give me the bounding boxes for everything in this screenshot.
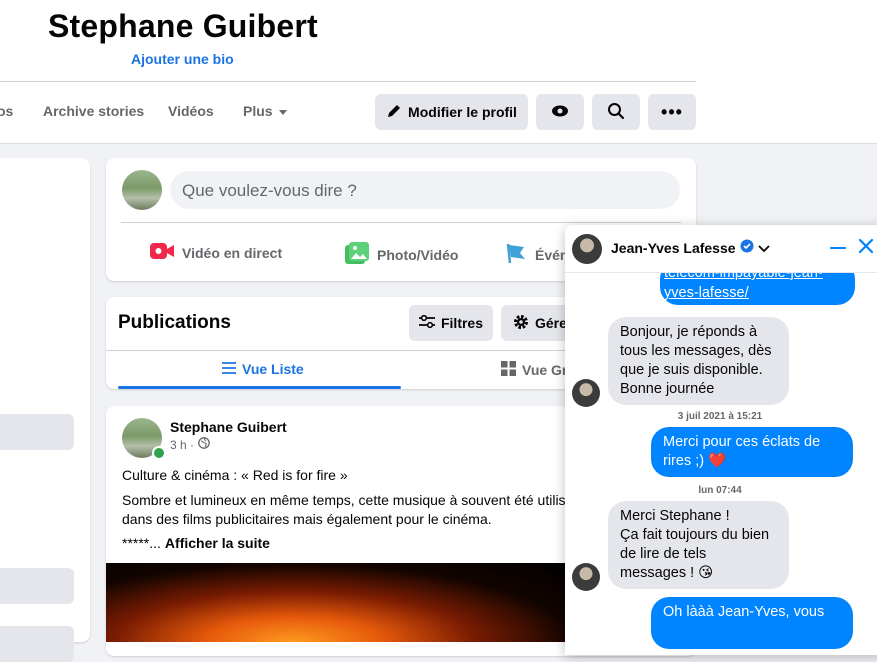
tab-videos[interactable]: Vidéos [168,103,214,119]
post-see-more: *****... Afficher la suite [122,535,270,551]
see-more-link[interactable]: Afficher la suite [165,535,270,551]
edit-profile-label: Modifier le profil [408,104,517,120]
chat-text-line: Oh lààà Jean-Yves, vous [663,604,825,620]
publications-title: Publications [118,312,231,333]
chat-timestamp: lun 07:44 [698,485,742,496]
video-camera-icon [150,242,174,263]
left-card-button[interactable] [0,568,74,604]
tab-archive-stories[interactable]: Archive stories [43,103,144,119]
close-chat-button[interactable] [855,237,877,259]
composer-divider [121,222,681,223]
grid-view-label: Vue Gr [522,362,568,378]
profile-name: Stephane Guibert [48,8,318,44]
contact-avatar [572,379,600,407]
online-status-dot [152,446,166,460]
post-image[interactable] [106,563,576,642]
photo-video-label: Photo/Vidéo [377,246,459,263]
chat-text-line: Ça fait toujours du bien [620,527,770,543]
event-button[interactable]: Évén [505,242,568,267]
chat-text-line: Bonjour, je réponds à [620,324,758,340]
chat-message-incoming: Merci Stephane ! Ça fait toujours du bie… [608,501,789,589]
chat-text-line: tous les messages, dès [620,343,772,359]
post-text-line: dans des films publicitaires mais égalem… [122,511,492,527]
tab-more-label: Plus [243,103,273,119]
search-icon [607,102,625,123]
chat-contact[interactable]: Jean-Yves Lafesse [611,239,770,256]
tab-list-view[interactable]: Vue Liste [222,361,304,377]
chevron-down-icon [757,240,770,256]
chat-message-outgoing: Merci pour ces éclats de rires ;) ❤️ [651,427,853,477]
chat-text-line: de lire de tels [620,546,707,562]
chat-text-line: Merci pour ces éclats de [663,434,821,450]
tab-more[interactable]: Plus [243,103,287,119]
pencil-icon [386,103,402,122]
close-icon [858,238,874,259]
chat-message-outgoing: Oh lààà Jean-Yves, vous [651,597,853,649]
contact-avatar[interactable] [572,234,602,264]
grid-icon [501,361,516,379]
post-meta: 3 h · [170,437,210,452]
minimize-icon [830,246,846,250]
globe-icon [198,437,210,452]
chat-text-line: que je suis disponible. [620,362,763,378]
composer-placeholder: Que voulez-vous dire ? [182,181,357,200]
left-card-button[interactable] [0,414,74,450]
chat-text-line: rires ;) ❤️ [663,453,727,469]
view-as-button[interactable] [536,94,584,130]
post-time[interactable]: 3 h · [170,438,194,452]
manage-posts-label: Gére [535,315,567,331]
sliders-icon [418,314,435,332]
contact-avatar [572,563,600,591]
live-video-label: Vidéo en direct [182,244,283,261]
chat-timestamp: 3 juil 2021 à 15:21 [677,411,763,422]
minimize-chat-button[interactable] [827,237,849,259]
filters-label: Filtres [440,315,483,331]
ellipsis-icon: ••• [661,101,683,122]
post-text-line: Culture & cinéma : « Red is for fire » [122,467,348,483]
tab-grid-view[interactable]: Vue Gr [501,361,567,379]
avatar[interactable] [122,170,162,210]
verified-icon [740,239,754,256]
post-author[interactable]: Stephane Guibert [170,419,287,435]
add-bio-link[interactable]: Ajouter une bio [131,51,234,67]
edit-profile-button[interactable]: Modifier le profil [375,94,528,130]
chat-header: Jean-Yves Lafesse [565,225,877,273]
chat-text-line: messages ! 😘 [620,565,714,581]
filters-button[interactable]: Filtres [409,305,493,341]
live-video-button[interactable]: Vidéo en direct [150,242,282,263]
header-divider [0,81,696,82]
more-options-button[interactable]: ••• [648,94,696,130]
list-view-label: Vue Liste [242,361,304,377]
flag-icon [505,242,527,267]
photo-icon [345,242,369,267]
tab-photos[interactable]: os [0,103,13,119]
chat-text-line: Bonne journée [620,381,715,397]
event-label: Évén [535,246,569,263]
list-icon [222,361,236,377]
search-button[interactable] [592,94,640,130]
caret-down-icon [278,109,287,115]
active-tab-indicator [118,386,401,389]
eye-icon [551,104,569,121]
left-card-button[interactable] [0,626,74,662]
post-stars: *****... [122,535,161,551]
chat-contact-name: Jean-Yves Lafesse [611,239,736,256]
chat-text-line: Merci Stephane ! [620,508,730,524]
post-text-line: Sombre et lumineux en même temps, cette … [122,492,566,508]
chat-message-incoming: Bonjour, je réponds à tous les messages,… [608,317,789,405]
chat-link-line[interactable]: yves-lafesse/ [664,285,749,301]
photo-video-button[interactable]: Photo/Vidéo [345,242,458,267]
chat-window: telecom-impayable-jean- yves-lafesse/ Bo… [565,225,877,655]
gear-icon [513,314,529,333]
